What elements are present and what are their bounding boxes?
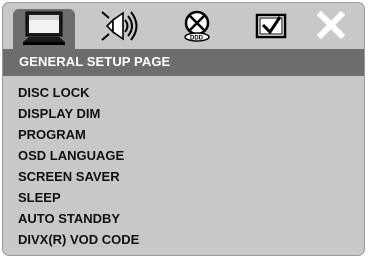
close-icon <box>316 10 346 40</box>
setup-menu-panel: DDD GENERAL SETUP PAGE DISC LOCK DISPLAY… <box>2 2 365 256</box>
page-title-bar: GENERAL SETUP PAGE <box>3 49 364 76</box>
tab-dolby-setup[interactable]: DDD <box>175 6 219 46</box>
menu-item-auto-standby[interactable]: AUTO STANDBY <box>18 211 120 226</box>
menu-item-sleep[interactable]: SLEEP <box>18 190 61 205</box>
tab-general-setup[interactable] <box>13 9 75 49</box>
tv-screen-icon <box>23 11 65 45</box>
menu-item-disc-lock[interactable]: DISC LOCK <box>18 85 90 100</box>
menu-item-divx-vod-code[interactable]: DIVX(R) VOD CODE <box>18 232 139 247</box>
page-title: GENERAL SETUP PAGE <box>19 54 171 69</box>
speaker-icon <box>101 11 138 41</box>
tab-preference-setup[interactable] <box>251 6 291 46</box>
tab-exit[interactable] <box>311 6 351 46</box>
preferences-check-icon <box>255 13 287 39</box>
setup-tab-bar: DDD <box>3 3 364 49</box>
svg-text:DDD: DDD <box>190 36 204 42</box>
menu-item-display-dim[interactable]: DISPLAY DIM <box>18 106 100 121</box>
menu-item-program[interactable]: PROGRAM <box>18 127 86 142</box>
tab-audio-setup[interactable] <box>99 6 145 46</box>
menu-item-screen-saver[interactable]: SCREEN SAVER <box>18 169 120 184</box>
menu-item-osd-language[interactable]: OSD LANGUAGE <box>18 148 124 163</box>
dolby-disc-icon: DDD <box>184 10 210 42</box>
